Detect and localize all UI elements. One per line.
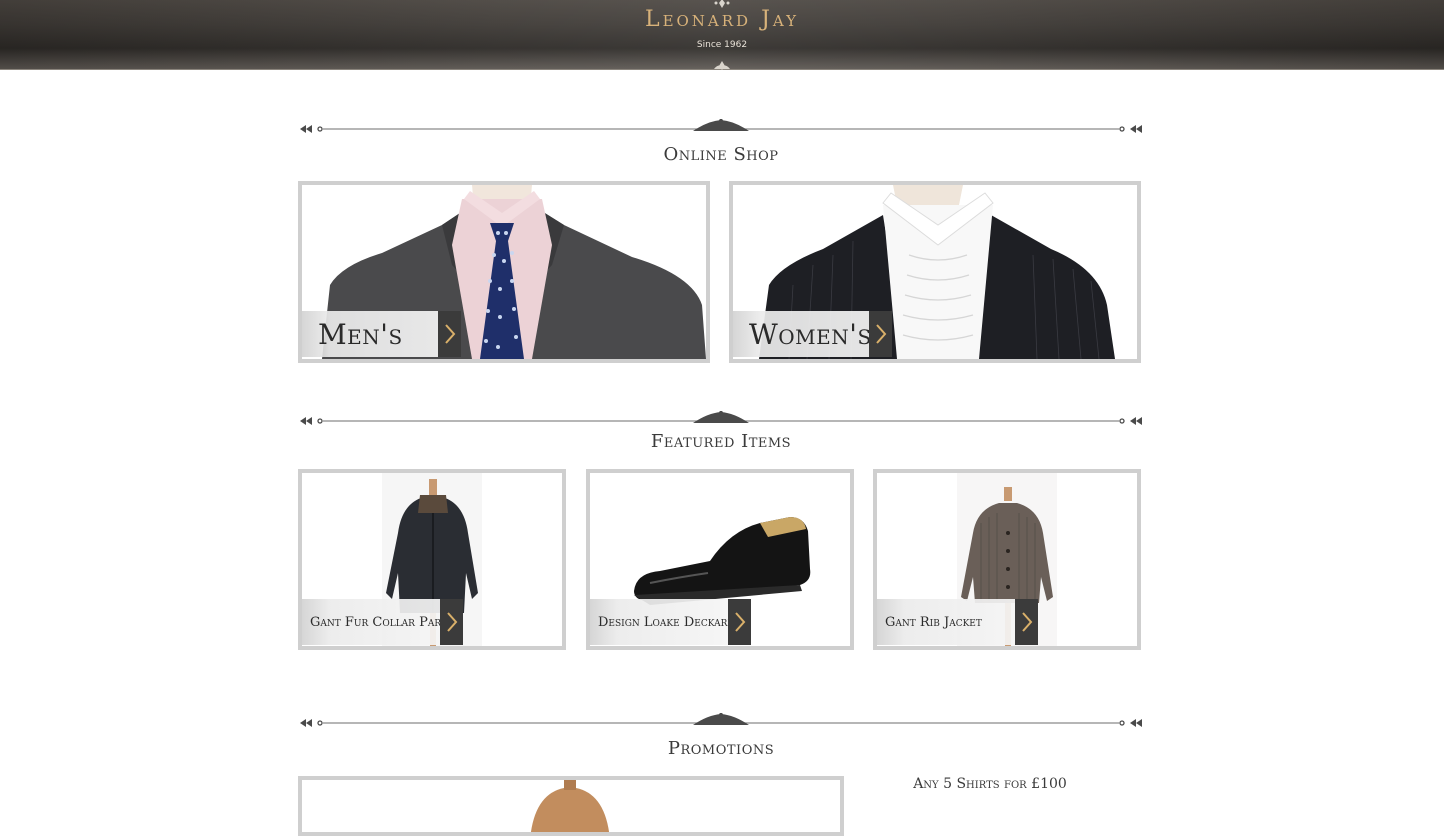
featured-item-arrow-button[interactable]	[728, 599, 751, 645]
womens-label-box[interactable]: Women's	[733, 311, 872, 357]
mens-arrow-button[interactable]	[438, 311, 461, 357]
chevron-right-icon	[446, 612, 457, 632]
section-title-online-shop: Online Shop	[663, 144, 779, 165]
site-logo[interactable]: Leonard Jay	[0, 7, 1444, 32]
featured-item-card[interactable]: Gant Fur Collar Parka	[298, 469, 566, 650]
ornament-divider	[300, 713, 1142, 727]
fleur-ornament-icon	[714, 61, 730, 70]
ornament-divider	[300, 411, 1142, 425]
mens-label: Men's	[318, 317, 403, 351]
featured-item-label-box[interactable]: Design Loake Deckard	[590, 599, 728, 645]
site-header: Leonard Jay Since 1962	[0, 0, 1444, 70]
womens-category-card[interactable]: Women's	[729, 181, 1141, 363]
mens-category-card[interactable]: Men's	[298, 181, 710, 363]
featured-item-card[interactable]: Gant Rib Jacket	[873, 469, 1141, 650]
site-tagline: Since 1962	[696, 40, 748, 50]
featured-item-label: Design Loake Deckard	[598, 614, 728, 630]
chevron-right-icon	[734, 612, 745, 632]
featured-item-arrow-button[interactable]	[1015, 599, 1038, 645]
featured-item-label-box[interactable]: Gant Fur Collar Parka	[302, 599, 440, 645]
chevron-right-icon	[1021, 612, 1032, 632]
promotion-image	[302, 780, 840, 832]
womens-label: Women's	[749, 317, 872, 351]
promotion-text[interactable]: Any 5 Shirts for £100	[880, 776, 1100, 792]
promotion-card[interactable]	[298, 776, 844, 836]
section-title-promotions: Promotions	[667, 738, 775, 759]
chevron-right-icon	[875, 324, 886, 344]
featured-item-card[interactable]: Design Loake Deckard	[586, 469, 854, 650]
featured-item-arrow-button[interactable]	[440, 599, 463, 645]
mens-label-box[interactable]: Men's	[302, 311, 438, 357]
featured-item-label-box[interactable]: Gant Rib Jacket	[877, 599, 1015, 645]
section-title-featured-items: Featured Items	[650, 431, 792, 452]
featured-item-label: Gant Rib Jacket	[885, 614, 982, 630]
womens-arrow-button[interactable]	[869, 311, 892, 357]
ornament-divider	[300, 119, 1142, 133]
featured-item-label: Gant Fur Collar Parka	[310, 614, 440, 630]
chevron-right-icon	[444, 324, 455, 344]
